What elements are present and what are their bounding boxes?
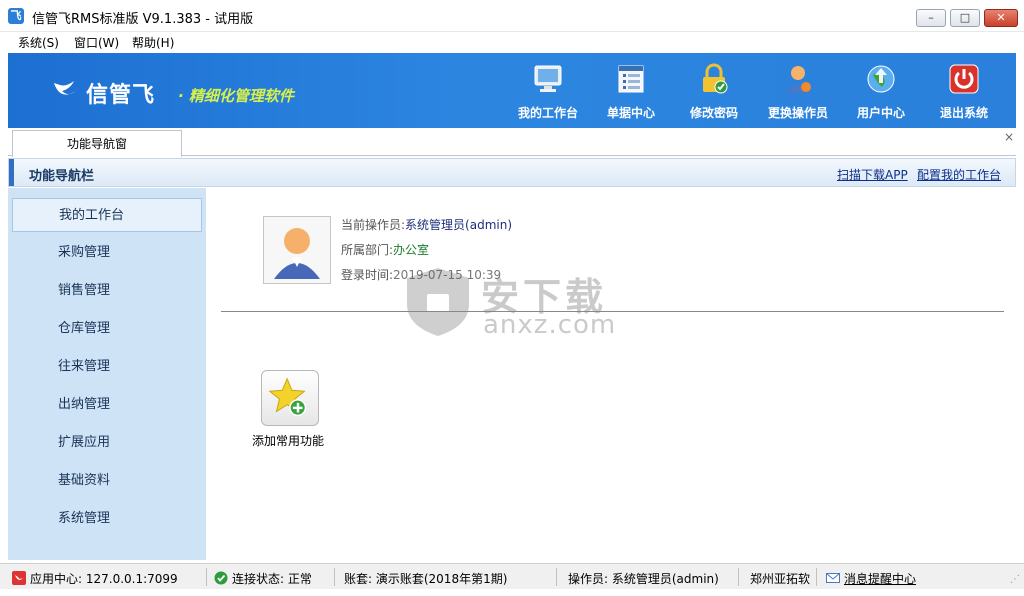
divider: [221, 311, 1004, 312]
menu-bar: 系统(S) 窗口(W) 帮助(H): [0, 32, 1024, 52]
toolbar-label: 更换操作员: [767, 106, 828, 120]
connection-text: 连接状态: 正常: [232, 572, 312, 586]
app-logo-icon: 飞: [8, 8, 24, 24]
sidebar-item-my-workbench[interactable]: 我的工作台: [12, 198, 202, 232]
add-favorite-button[interactable]: [261, 370, 319, 426]
toolbar-label: 单据中心: [606, 106, 655, 120]
check-circle-icon: [214, 571, 228, 585]
sidebar-item-accounts[interactable]: 往来管理: [12, 350, 202, 384]
toolbar-user-center-button[interactable]: 用户中心: [841, 63, 921, 125]
sidebar-item-sales[interactable]: 销售管理: [12, 274, 202, 308]
operator-value: 系统管理员(admin): [405, 218, 513, 232]
toolbar-label: 我的工作台: [517, 106, 578, 120]
status-app-center: 应用中心: 127.0.0.1:7099: [12, 570, 178, 587]
status-messages[interactable]: 消息提醒中心: [826, 570, 916, 587]
operator-info: 当前操作员:系统管理员(admin): [341, 216, 512, 233]
sidebar-item-system[interactable]: 系统管理: [12, 502, 202, 536]
window-title: 信管飞RMS标准版 V9.1.383 - 试用版: [32, 12, 254, 27]
messages-text: 消息提醒中心: [844, 572, 917, 586]
toolbar-change-password-button[interactable]: 修改密码: [674, 63, 754, 125]
navigation-title: 功能导航栏: [29, 169, 95, 184]
user-avatar-icon: [274, 228, 320, 279]
sidebar: 我的工作台 采购管理 销售管理 仓库管理 往来管理 出纳管理 扩展应用 基础资料…: [8, 188, 206, 560]
maximize-button[interactable]: □: [950, 9, 980, 27]
status-connection: 连接状态: 正常: [214, 570, 312, 587]
sidebar-item-warehouse[interactable]: 仓库管理: [12, 312, 202, 346]
power-icon: [949, 64, 979, 94]
lock-icon: [703, 63, 728, 94]
menu-system[interactable]: 系统(S): [18, 34, 59, 51]
scan-download-app-link[interactable]: 扫描下载APP: [837, 166, 908, 183]
main-content: 当前操作员:系统管理员(admin) 所属部门:办公室 登录时间:2019-07…: [207, 188, 1016, 560]
tab-strip: 功能导航窗 ×: [8, 128, 1016, 157]
tab-navigation[interactable]: 功能导航窗: [12, 130, 182, 157]
configure-workbench-link[interactable]: 配置我的工作台: [917, 166, 1001, 183]
header-accent-bar: [9, 159, 14, 186]
brand-tagline: · 精细化管理软件: [178, 87, 294, 105]
envelope-icon: [826, 573, 840, 583]
sidebar-item-purchase[interactable]: 采购管理: [12, 236, 202, 270]
department-value: 办公室: [393, 243, 430, 257]
header-banner: 信管飞 · 精细化管理软件 我的工作台 单据中心 修改密码 更换操作员 用户中心…: [8, 53, 1016, 128]
status-separator: [334, 568, 335, 586]
toolbar-label: 修改密码: [689, 106, 738, 120]
status-account: 账套: 演示账套(2018年第1期): [344, 572, 508, 586]
user-icon: [786, 66, 811, 93]
brand-name: 信管飞: [86, 83, 156, 108]
department-info: 所属部门:办公室: [341, 241, 429, 258]
app-center-icon: [12, 571, 26, 585]
avatar: [263, 216, 331, 284]
menu-help[interactable]: 帮助(H): [132, 34, 174, 51]
tab-close-icon[interactable]: ×: [1004, 130, 1014, 144]
watermark: 安下载 anxz.com: [403, 266, 633, 346]
status-separator: [738, 568, 739, 586]
toolbar-exit-button[interactable]: 退出系统: [924, 63, 1004, 125]
watermark-subtext: anxz.com: [483, 310, 617, 340]
close-button[interactable]: ✕: [984, 9, 1018, 27]
department-label: 所属部门:: [341, 243, 394, 257]
brand-logo-icon: [54, 81, 76, 95]
toolbar-switch-operator-button[interactable]: 更换操作员: [758, 63, 838, 125]
status-separator: [556, 568, 557, 586]
status-bar: 应用中心: 127.0.0.1:7099 连接状态: 正常 账套: 演示账套(2…: [0, 563, 1024, 589]
toolbar-documents-button[interactable]: 单据中心: [591, 63, 671, 125]
sidebar-item-cashier[interactable]: 出纳管理: [12, 388, 202, 422]
toolbar-my-workbench-button[interactable]: 我的工作台: [508, 63, 588, 125]
status-operator: 操作员: 系统管理员(admin): [568, 572, 719, 586]
globe-icon: [867, 65, 895, 93]
minimize-button[interactable]: –: [916, 9, 946, 27]
resize-grip-icon[interactable]: ⋰: [1010, 574, 1020, 585]
shield-icon: [407, 268, 469, 336]
status-company: 郑州亚拓软: [750, 572, 811, 586]
add-favorite-label: 添加常用功能: [252, 434, 325, 448]
toolbar-label: 退出系统: [939, 106, 988, 120]
status-separator: [206, 568, 207, 586]
title-bar: 飞 信管飞RMS标准版 V9.1.383 - 试用版 – □ ✕: [0, 0, 1024, 32]
star-add-icon: [268, 377, 307, 417]
navigation-header: 功能导航栏 扫描下载APP 配置我的工作台: [8, 158, 1016, 187]
document-list-icon: [618, 65, 644, 93]
app-center-text: 应用中心: 127.0.0.1:7099: [30, 572, 178, 586]
menu-window[interactable]: 窗口(W): [74, 34, 119, 51]
toolbar-label: 用户中心: [856, 106, 905, 120]
monitor-icon: [534, 65, 562, 92]
operator-label: 当前操作员:: [341, 218, 406, 232]
sidebar-item-extensions[interactable]: 扩展应用: [12, 426, 202, 460]
login-time-label: 登录时间:: [341, 268, 394, 282]
sidebar-item-basic-data[interactable]: 基础资料: [12, 464, 202, 498]
status-separator: [816, 568, 817, 586]
